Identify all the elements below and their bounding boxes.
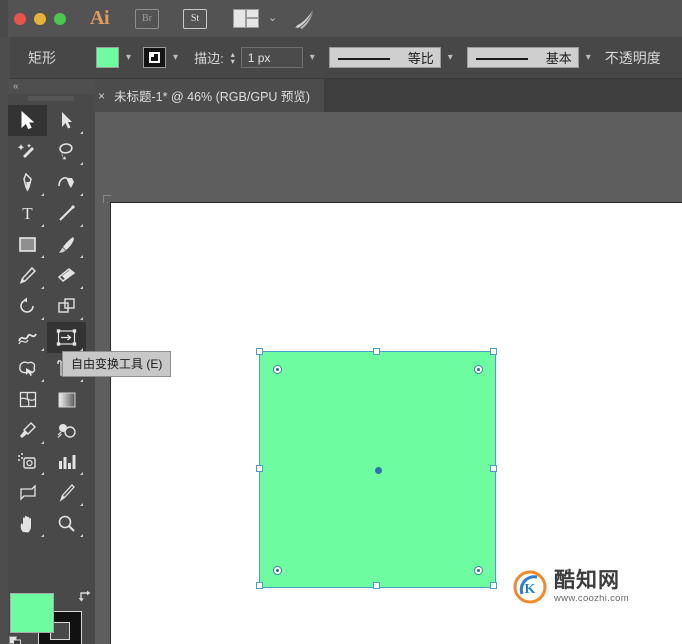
symbol-sprayer-tool[interactable]: [8, 446, 47, 477]
bridge-icon[interactable]: Br: [135, 9, 159, 29]
coozhi-logo-icon: K: [513, 570, 547, 604]
magic-wand-tool[interactable]: [8, 136, 47, 167]
control-bar-grip[interactable]: [0, 37, 10, 79]
type-tool[interactable]: T: [8, 198, 47, 229]
control-bar: 矩形 ▾ ▾ 描边: ▴▾ 1 px ▾ 等比 ▾ 基本 ▾ 不透明度: [0, 37, 682, 79]
resize-handle-top-left[interactable]: [256, 348, 263, 355]
canvas-area[interactable]: [95, 112, 682, 644]
resize-handle-middle-right[interactable]: [490, 465, 497, 472]
chevron-down-icon[interactable]: ⌄: [268, 13, 277, 24]
opacity-label: 不透明度: [605, 48, 661, 68]
document-tab-bar: × 未标题-1* @ 46% (RGB/GPU 预览): [0, 79, 682, 112]
swap-fill-stroke-icon[interactable]: [78, 589, 92, 601]
adobe-stock-icon[interactable]: St: [183, 9, 207, 29]
watermark-text: 酷知网 www.coozhi.com: [554, 570, 629, 604]
tool-grid: T: [8, 105, 86, 539]
window-left-edge: [0, 0, 8, 37]
illustrator-window: Ai Br St ⌄ 矩形 ▾ ▾ 描边: ▴▾: [0, 0, 682, 644]
variable-width-profile-value: 等比: [408, 48, 434, 67]
tools-panel-collapse-button[interactable]: «: [8, 79, 95, 94]
pen-tool[interactable]: [8, 167, 47, 198]
title-bar: Ai Br St ⌄: [0, 0, 682, 37]
hand-tool[interactable]: [8, 508, 47, 539]
width-profile-chevron-down-icon[interactable]: ▾: [448, 53, 453, 63]
pencil-tool[interactable]: [8, 260, 47, 291]
direct-selection-tool[interactable]: [47, 105, 86, 136]
column-graph-tool[interactable]: [47, 446, 86, 477]
close-window-button[interactable]: [14, 13, 26, 25]
width-tool[interactable]: [8, 322, 47, 353]
watermark-url: www.coozhi.com: [554, 593, 629, 604]
watermark: K 酷知网 www.coozhi.com: [513, 570, 629, 604]
slice-tool[interactable]: [47, 477, 86, 508]
resize-handle-top-center[interactable]: [373, 348, 380, 355]
stroke-weight-input[interactable]: 1 px: [241, 47, 303, 68]
resize-handle-bottom-center[interactable]: [373, 582, 380, 589]
paintbrush-tool[interactable]: [47, 229, 86, 260]
variable-width-profile-select[interactable]: 等比: [329, 47, 441, 68]
watermark-brand: 酷知网: [554, 570, 629, 592]
document-tab[interactable]: × 未标题-1* @ 46% (RGB/GPU 预览): [88, 79, 324, 112]
curvature-tool[interactable]: [47, 167, 86, 198]
stroke-color-swatch[interactable]: [143, 47, 166, 68]
zoom-tool[interactable]: [47, 508, 86, 539]
corner-radius-widget-bottom-left[interactable]: [273, 566, 282, 575]
tools-panel-drag-handle[interactable]: [28, 96, 74, 101]
resize-handle-middle-left[interactable]: [256, 465, 263, 472]
shape-builder-tool[interactable]: [8, 353, 47, 384]
brush-chevron-down-icon[interactable]: ▾: [586, 53, 591, 63]
stroke-weight-chevron-down-icon[interactable]: ▾: [310, 53, 315, 63]
zoom-window-button[interactable]: [54, 13, 66, 25]
free-transform-tool[interactable]: [47, 322, 86, 353]
stroke-weight-stepper[interactable]: ▴▾: [231, 51, 235, 65]
collapse-chevrons-icon: «: [13, 81, 19, 92]
artboard-tool[interactable]: [8, 477, 47, 508]
brush-definition-select[interactable]: 基本: [467, 47, 579, 68]
rotate-tool[interactable]: [8, 291, 47, 322]
tool-tooltip: 自由变换工具 (E): [62, 351, 171, 377]
selected-object-type-label: 矩形: [28, 48, 56, 68]
stroke-weight-label: 描边:: [194, 48, 224, 67]
type-tool-glyph: T: [22, 205, 32, 222]
gradient-tool[interactable]: [47, 384, 86, 415]
minimize-window-button[interactable]: [34, 13, 46, 25]
line-segment-tool[interactable]: [47, 198, 86, 229]
brush-definition-value: 基本: [546, 48, 572, 67]
eyedropper-tool[interactable]: [8, 415, 47, 446]
mesh-tool[interactable]: [8, 384, 47, 415]
selection-tool[interactable]: [8, 105, 47, 136]
resize-handle-top-right[interactable]: [490, 348, 497, 355]
window-controls: [8, 13, 66, 25]
brush-preview-icon: [476, 58, 528, 60]
fill-chevron-down-icon[interactable]: ▾: [126, 53, 131, 63]
fill-color-swatch[interactable]: [96, 47, 119, 68]
tools-panel-edge: [0, 79, 8, 644]
svg-text:K: K: [525, 582, 536, 597]
default-fill-stroke-icon[interactable]: [9, 635, 22, 644]
arrange-documents-icon[interactable]: [233, 9, 259, 28]
corner-radius-widget-bottom-right[interactable]: [474, 566, 483, 575]
search-adobe-stock-icon[interactable]: [293, 8, 317, 30]
document-tab-title: 未标题-1* @ 46% (RGB/GPU 预览): [114, 86, 310, 105]
resize-handle-bottom-left[interactable]: [256, 582, 263, 589]
transform-center-point[interactable]: [375, 467, 382, 474]
width-profile-preview-icon: [338, 58, 390, 60]
illustrator-logo-icon: Ai: [90, 7, 109, 30]
fill-color-box[interactable]: [10, 593, 54, 633]
close-icon[interactable]: ×: [98, 89, 105, 103]
eraser-tool[interactable]: [47, 260, 86, 291]
rectangle-tool[interactable]: [8, 229, 47, 260]
scale-tool[interactable]: [47, 291, 86, 322]
corner-radius-widget-top-right[interactable]: [474, 365, 483, 374]
fill-stroke-controls: [10, 593, 86, 644]
stroke-chevron-down-icon[interactable]: ▾: [173, 53, 178, 63]
resize-handle-bottom-right[interactable]: [490, 582, 497, 589]
selection-bounding-box: [259, 351, 496, 588]
blend-tool[interactable]: [47, 415, 86, 446]
corner-radius-widget-top-left[interactable]: [273, 365, 282, 374]
lasso-tool[interactable]: [47, 136, 86, 167]
